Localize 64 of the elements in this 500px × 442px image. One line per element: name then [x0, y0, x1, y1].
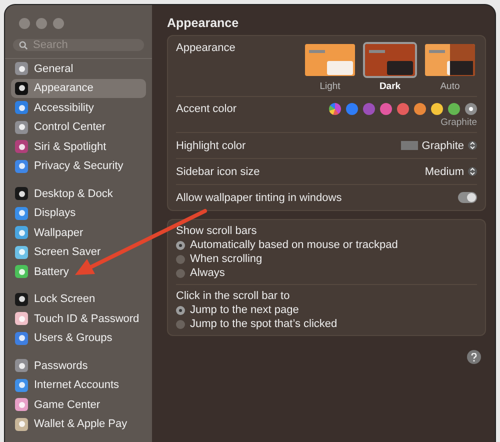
accent-color-swatch[interactable]	[380, 103, 392, 115]
sidebar-item[interactable]: Lock Screen	[11, 290, 146, 309]
accent-color-swatch[interactable]	[431, 103, 443, 115]
theme-option[interactable]: Auto	[423, 42, 477, 92]
toggle-switch[interactable]	[458, 192, 477, 203]
radio-button[interactable]	[176, 320, 185, 328]
sidebar-item[interactable]: Appearance	[11, 78, 146, 98]
group-label: Click in the scroll bar to	[176, 290, 291, 302]
theme-thumbnail	[303, 42, 357, 78]
question-mark-icon	[471, 352, 477, 362]
sidebar-item[interactable]: Accessibility	[11, 98, 146, 118]
page-title: Appearance	[167, 15, 240, 32]
theme-thumbnail	[423, 42, 477, 78]
sidebar-item[interactable]: Passwords	[11, 356, 146, 376]
sidebar-item[interactable]: Control Center	[11, 118, 146, 137]
theme-option[interactable]: Dark	[363, 42, 417, 92]
radio-option[interactable]: Jump to the spot that’s clicked	[176, 318, 477, 330]
sidebar-item[interactable]: Privacy & Security	[11, 156, 146, 176]
accent-color-swatch[interactable]	[329, 103, 341, 115]
sidebar-item[interactable]: Game Center	[11, 395, 146, 414]
radio-option[interactable]: Jump to the next page	[176, 304, 477, 316]
help-button[interactable]	[467, 350, 481, 364]
accent-color-swatch[interactable]	[346, 103, 358, 115]
sidebar-item[interactable]: General	[11, 59, 146, 78]
accent-color-swatch[interactable]	[465, 103, 477, 115]
stepper-chevron-icon	[468, 140, 477, 151]
accent-color-swatch[interactable]	[448, 103, 460, 115]
radio-button[interactable]	[176, 254, 185, 264]
sidebar-item[interactable]: Siri & Spotlight	[11, 137, 146, 156]
icon-size-popup[interactable]: Medium	[424, 166, 477, 178]
setting-label: Appearance	[176, 42, 236, 54]
accent-color-swatch[interactable]	[414, 103, 426, 115]
sidebar-item[interactable]: Wallet & Apple Pay	[11, 414, 146, 434]
theme-thumbnail	[363, 42, 417, 78]
window-control-button[interactable]	[19, 18, 30, 29]
sidebar-item[interactable]: Touch ID & Password	[11, 309, 146, 328]
accent-color-swatch[interactable]	[363, 103, 375, 115]
highlight-color-popup[interactable]: Graphite	[400, 140, 477, 152]
accent-color-swatch[interactable]	[397, 103, 409, 115]
setting-label: Accent color	[176, 103, 237, 115]
radio-option[interactable]: Automatically based on mouse or trackpad	[176, 239, 477, 251]
setting-label: Highlight color	[176, 140, 246, 152]
window-control-button[interactable]	[36, 18, 47, 29]
sidebar-item[interactable]: Internet Accounts	[11, 376, 146, 395]
radio-button[interactable]	[176, 306, 185, 314]
group-label: Show scroll bars	[176, 225, 258, 237]
stepper-chevron-icon	[468, 166, 477, 177]
sidebar-item[interactable]: Wallpaper	[11, 223, 146, 242]
radio-button[interactable]	[176, 240, 185, 250]
theme-option[interactable]: Light	[303, 42, 357, 92]
sidebar-item[interactable]: Users & Groups	[11, 328, 146, 348]
window-control-button[interactable]	[53, 18, 64, 29]
accent-color-caption: Graphite	[440, 117, 477, 128]
color-swatch-icon	[400, 141, 418, 150]
setting-label: Allow wallpaper tinting in windows	[176, 192, 342, 204]
sidebar-item[interactable]: Desktop & Dock	[11, 184, 146, 204]
sidebar-item[interactable]: Screen Saver	[11, 242, 146, 262]
sidebar-item[interactable]: Battery	[11, 262, 146, 282]
radio-option[interactable]: When scrolling	[176, 253, 477, 265]
sidebar-item[interactable]: Displays	[11, 204, 146, 223]
radio-option[interactable]: Always	[176, 267, 477, 279]
setting-label: Sidebar icon size	[176, 166, 260, 178]
search-icon	[19, 40, 28, 50]
radio-button[interactable]	[176, 268, 185, 278]
